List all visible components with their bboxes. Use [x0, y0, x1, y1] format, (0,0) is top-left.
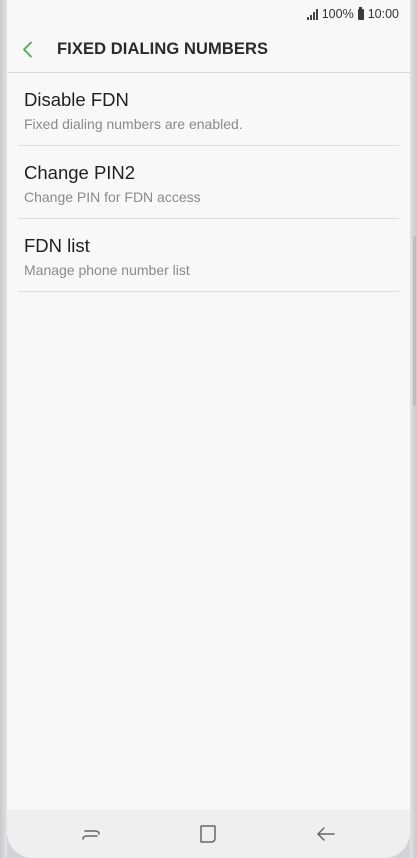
back-button[interactable] [16, 35, 42, 63]
status-bar: 100% 10:00 [7, 0, 410, 27]
battery-percent: 100% [321, 7, 354, 21]
item-title: Disable FDN [24, 89, 129, 110]
navigation-bar [7, 810, 410, 858]
status-indicators: 100% 10:00 [306, 6, 399, 22]
item-title: Change PIN2 [24, 162, 136, 183]
screen-edge-left [0, 0, 7, 858]
app-bar: FIXED DIALING NUMBERS [7, 27, 410, 73]
recent-apps-button[interactable] [78, 822, 104, 846]
clock: 10:00 [367, 7, 399, 21]
list-item-change-pin2[interactable]: Change PIN2 Change PIN for FDN access [18, 146, 399, 219]
screen: 100% 10:00 FIXED DIALING NUMBERS Disable… [7, 0, 410, 858]
item-title: FDN list [24, 235, 90, 256]
page-title: FIXED DIALING NUMBERS [57, 40, 269, 58]
chevron-left-icon [23, 41, 32, 58]
home-icon [200, 825, 216, 843]
list-item-fdn-list[interactable]: FDN list Manage phone number list [18, 219, 399, 292]
nav-back-button[interactable] [313, 822, 339, 846]
list-item-disable-fdn[interactable]: Disable FDN Fixed dialing numbers are en… [18, 73, 399, 146]
home-button[interactable] [195, 822, 221, 846]
recent-apps-icon [82, 830, 100, 840]
item-subtitle: Change PIN for FDN access [24, 189, 201, 205]
side-button [413, 236, 416, 406]
back-arrow-icon [317, 827, 335, 841]
device-frame: 100% 10:00 FIXED DIALING NUMBERS Disable… [0, 0, 417, 858]
item-subtitle: Manage phone number list [24, 262, 190, 278]
screen-edge-right [410, 0, 417, 858]
settings-list: Disable FDN Fixed dialing numbers are en… [18, 73, 399, 292]
signal-icon [306, 8, 318, 20]
item-subtitle: Fixed dialing numbers are enabled. [24, 116, 243, 132]
battery-icon [357, 6, 364, 20]
